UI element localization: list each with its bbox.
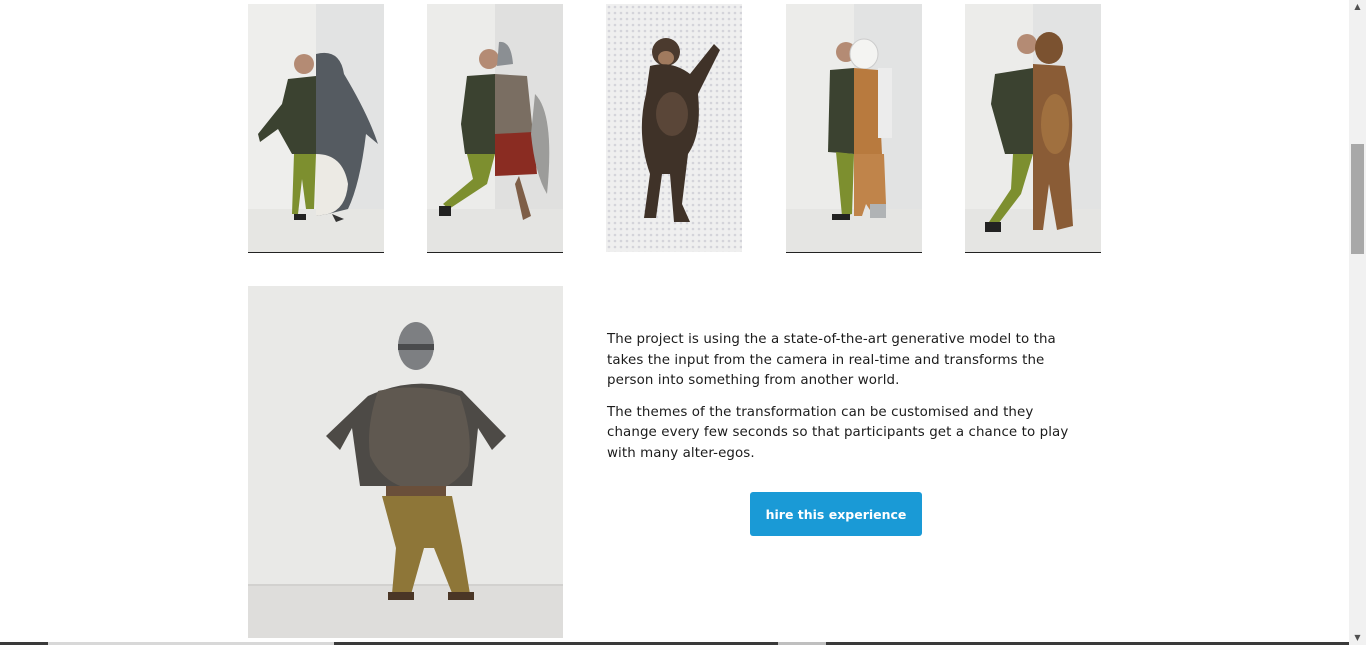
hire-experience-button[interactable]: hire this experience (750, 492, 922, 536)
vertical-scrollbar[interactable]: ▲ ▼ (1349, 0, 1366, 645)
scrollbar-thumb[interactable] (1351, 144, 1364, 254)
thumbnail-bear[interactable] (965, 4, 1101, 253)
hero-image-knight (248, 286, 563, 638)
thumbnail-chimpanzee[interactable] (606, 4, 742, 252)
thumbnail-gladiator[interactable] (427, 4, 563, 253)
thumbnail-astronaut[interactable] (786, 4, 922, 253)
scroll-up-arrow-icon[interactable]: ▲ (1349, 0, 1366, 14)
description-paragraph-1: The project is using the a state-of-the-… (607, 332, 1056, 388)
project-description: The project is using the a state-of-the-… (607, 330, 1077, 475)
thumbnail-penguin[interactable] (248, 4, 384, 253)
page-content: The project is using the a state-of-the-… (0, 0, 1349, 645)
description-paragraph-2: The themes of the transformation can be … (607, 404, 1069, 461)
scroll-down-arrow-icon[interactable]: ▼ (1349, 631, 1366, 645)
